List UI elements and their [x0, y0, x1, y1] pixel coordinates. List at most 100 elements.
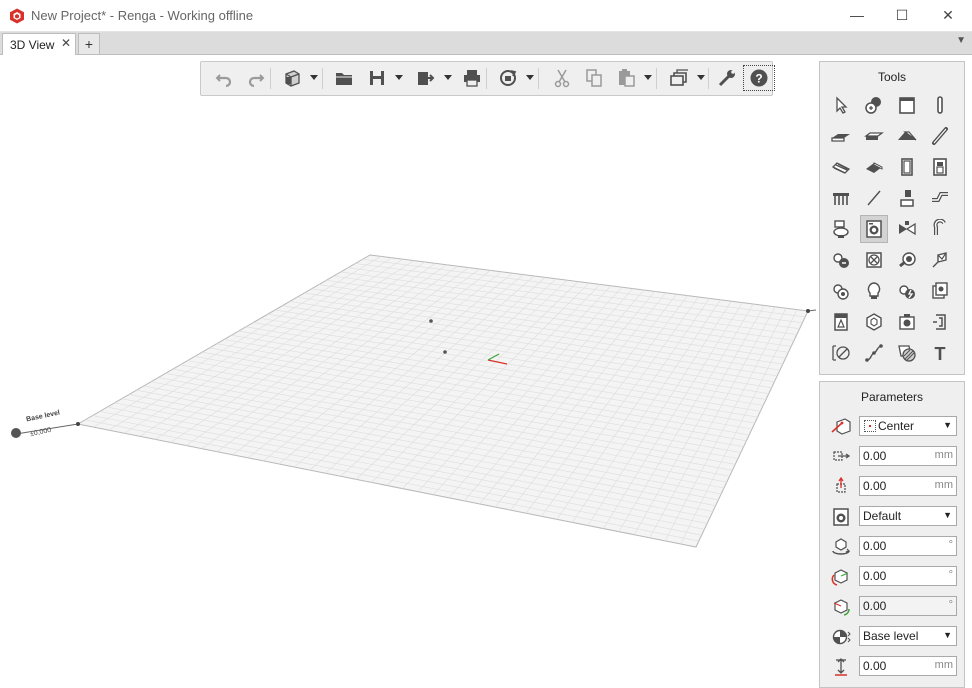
tab-close-icon[interactable]: ✕	[61, 36, 71, 50]
tool-roof[interactable]	[893, 122, 921, 150]
tool-ramp[interactable]	[860, 153, 888, 181]
tool-valve[interactable]	[893, 215, 921, 243]
tool-pump[interactable]	[827, 246, 855, 274]
parameter-input[interactable]: 0.00 °	[859, 566, 957, 586]
tool-stair[interactable]	[827, 153, 855, 181]
parameter-dropdown[interactable]: Default ▼	[859, 506, 957, 526]
tool-roof-slab[interactable]	[860, 122, 888, 150]
view-mode-button[interactable]	[277, 66, 307, 90]
chevron-down-icon[interactable]: ▼	[943, 510, 952, 520]
electrical-icon	[899, 285, 915, 299]
parameter-row: Base level ▼	[830, 626, 958, 648]
close-window-button[interactable]: ✕	[933, 4, 963, 26]
pump-icon	[833, 253, 849, 268]
parameter-unit: °	[948, 569, 953, 581]
redo-button[interactable]	[241, 66, 271, 90]
tab-3d-view[interactable]: 3D View ✕	[2, 33, 76, 55]
tool-plumbing-fixture[interactable]	[893, 184, 921, 212]
chevron-down-icon[interactable]	[644, 70, 652, 86]
open-button[interactable]	[329, 66, 359, 90]
tool-hatch[interactable]	[893, 339, 921, 367]
chevron-down-icon[interactable]	[310, 70, 318, 86]
tool-route[interactable]	[860, 339, 888, 367]
tool-cabinet[interactable]	[926, 277, 954, 305]
tool-select[interactable]	[827, 91, 855, 119]
paste-icon	[619, 69, 635, 87]
tool-duct[interactable]	[926, 184, 954, 212]
tool-opening[interactable]	[926, 308, 954, 336]
tool-railing[interactable]	[827, 184, 855, 212]
parameter-dropdown[interactable]: Center ▼	[859, 416, 957, 436]
undo-button[interactable]	[209, 66, 239, 90]
center-anchor-icon	[864, 420, 876, 432]
route-icon	[865, 344, 883, 362]
parameter-input[interactable]: 0.00 mm	[859, 446, 957, 466]
chevron-down-icon[interactable]	[395, 70, 403, 86]
tool-text[interactable]: T	[926, 339, 954, 367]
tool-fitting[interactable]	[893, 246, 921, 274]
ground-grid[interactable]	[2, 55, 816, 685]
maximize-icon: ☐	[895, 6, 909, 23]
tool-body[interactable]	[860, 308, 888, 336]
parameter-input[interactable]: 0.00 mm	[859, 656, 957, 676]
minimize-button[interactable]: —	[842, 4, 872, 26]
open-folder-icon	[336, 73, 352, 85]
print-button[interactable]	[457, 66, 487, 90]
tool-electrical[interactable]	[893, 277, 921, 305]
tool-pipe[interactable]	[926, 215, 954, 243]
parameter-dropdown[interactable]: Base level ▼	[859, 626, 957, 646]
chevron-down-icon[interactable]	[697, 70, 705, 86]
chevron-down-icon[interactable]	[526, 70, 534, 86]
chevron-down-icon[interactable]: ▼	[943, 630, 952, 640]
parameter-row: 0.00 °	[830, 536, 958, 558]
maximize-button[interactable]: ☐	[887, 4, 917, 26]
help-button[interactable]: ?	[743, 65, 775, 91]
paste-button[interactable]	[611, 66, 641, 90]
duct-fitting-icon	[932, 252, 947, 268]
cut-icon	[554, 69, 570, 88]
tool-floor[interactable]	[827, 122, 855, 150]
parameter-input[interactable]: 0.00 °	[859, 536, 957, 556]
lighting-icon	[867, 282, 881, 299]
renga-logo-icon	[10, 8, 24, 24]
visibility-button[interactable]	[664, 66, 694, 90]
tool-annotation[interactable]	[860, 91, 888, 119]
tool-equipment[interactable]	[860, 215, 888, 243]
tool-toilet[interactable]	[827, 215, 855, 243]
sync-button[interactable]	[493, 66, 523, 90]
add-tab-button[interactable]: +	[78, 33, 100, 55]
chevron-down-icon[interactable]	[444, 70, 452, 86]
export-icon	[418, 72, 435, 85]
tool-beam[interactable]	[926, 122, 954, 150]
tool-duct-fitting[interactable]	[926, 246, 954, 274]
undo-icon	[215, 74, 232, 88]
cut-button[interactable]	[547, 66, 577, 90]
tool-wall[interactable]	[893, 91, 921, 119]
tool-mechanical[interactable]	[827, 277, 855, 305]
text-icon: T	[935, 344, 946, 363]
export-button[interactable]	[411, 66, 441, 90]
tool-window[interactable]	[926, 153, 954, 181]
3d-viewport[interactable]: Base level ±0,000	[2, 55, 816, 685]
tool-dimension[interactable]	[827, 339, 855, 367]
opening-icon	[933, 314, 946, 330]
tab-list-dropdown-icon[interactable]: ▼	[956, 35, 966, 46]
chevron-down-icon[interactable]: ▼	[943, 420, 952, 430]
parameter-icon-holder	[830, 597, 852, 617]
tool-lighting[interactable]	[860, 277, 888, 305]
save-button[interactable]	[362, 66, 392, 90]
tool-fan[interactable]	[860, 246, 888, 274]
settings-button[interactable]	[712, 66, 742, 90]
tool-assembly[interactable]	[893, 308, 921, 336]
copy-button[interactable]	[579, 66, 609, 90]
roof-slab-icon	[864, 132, 884, 140]
parameter-row: 0.00 mm	[830, 656, 958, 678]
tool-door[interactable]	[893, 153, 921, 181]
valve-icon	[899, 221, 916, 236]
tool-line[interactable]	[860, 184, 888, 212]
tool-column[interactable]	[926, 91, 954, 119]
toolbar-separator	[656, 68, 657, 89]
parameter-input[interactable]: 0.00 mm	[859, 476, 957, 496]
tool-panel[interactable]	[827, 308, 855, 336]
pipe-icon	[933, 219, 946, 235]
